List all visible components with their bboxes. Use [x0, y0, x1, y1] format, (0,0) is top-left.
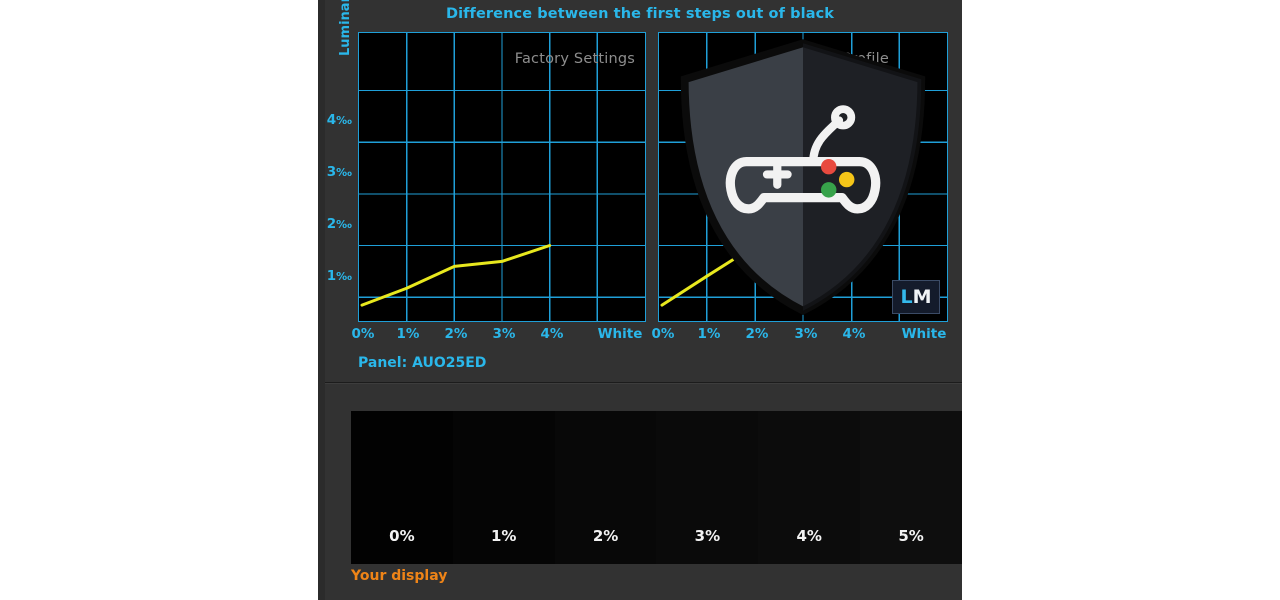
lm-watermark-logo: LM — [892, 280, 940, 314]
x-tick-gaming-4: 4% — [842, 326, 866, 342]
gradient-label-5: 5% — [898, 527, 924, 545]
x-tick-gaming-5: White — [901, 326, 947, 342]
gradient-label-0: 0% — [389, 527, 415, 545]
chart-factory-settings-canvas — [359, 33, 645, 321]
measurement-panel: Difference between the first steps out o… — [318, 0, 962, 600]
x-tick-gaming-3: 3% — [794, 326, 818, 342]
y-tick-4: 4‰ — [326, 112, 352, 128]
x-tick-factory-4: 4% — [540, 326, 564, 342]
gradient-strip-section: 0% 1% 2% 3% 4% 5% Your display — [334, 398, 962, 600]
x-tick-factory-0: 0% — [351, 326, 375, 342]
x-tick-gaming-2: 2% — [745, 326, 769, 342]
x-tick-factory-2: 2% — [444, 326, 468, 342]
graphs-container: Luminance 1‰ 2‰ 3‰ 4‰ Factory Settings 0… — [318, 0, 962, 350]
series-line-factory — [360, 244, 552, 307]
chart-gaming-profile[interactable]: Gaming Profile — [658, 32, 948, 322]
x-tick-factory-1: 1% — [396, 326, 420, 342]
x-tick-gaming-0: 0% — [651, 326, 675, 342]
gradient-strip-labels: 0% 1% 2% 3% 4% 5% — [351, 516, 962, 556]
lm-logo-m: M — [912, 285, 932, 308]
page-title: Difference between the first steps out o… — [445, 6, 835, 22]
x-axis-gaming: 0% 1% 2% 3% 4% White — [652, 326, 948, 348]
x-tick-factory-3: 3% — [492, 326, 516, 342]
gradient-label-3: 3% — [694, 527, 721, 545]
gradient-label-4: 4% — [796, 527, 822, 545]
gradient-label-2: 2% — [592, 527, 619, 545]
section-divider — [325, 382, 962, 384]
screenshot-root: Difference between the first steps out o… — [0, 0, 1280, 600]
y-tick-3: 3‰ — [326, 164, 352, 180]
y-axis-label: Luminance — [338, 0, 353, 56]
y-tick-1: 1‰ — [326, 268, 352, 284]
lm-logo-l: L — [900, 285, 913, 308]
gradient-label-1: 1% — [491, 527, 517, 545]
x-axis-factory: 0% 1% 2% 3% 4% White — [352, 326, 646, 348]
panel-model-label: Panel: AUO25ED — [358, 355, 487, 371]
chart-factory-settings[interactable]: Factory Settings — [358, 32, 646, 322]
x-tick-gaming-1: 1% — [697, 326, 721, 342]
x-tick-factory-5: White — [597, 326, 643, 342]
chart-label-factory: Factory Settings — [514, 51, 635, 67]
y-tick-2: 2‰ — [326, 216, 352, 232]
your-display-caption: Your display — [351, 568, 448, 584]
gamepad-shield-icon — [680, 39, 926, 316]
